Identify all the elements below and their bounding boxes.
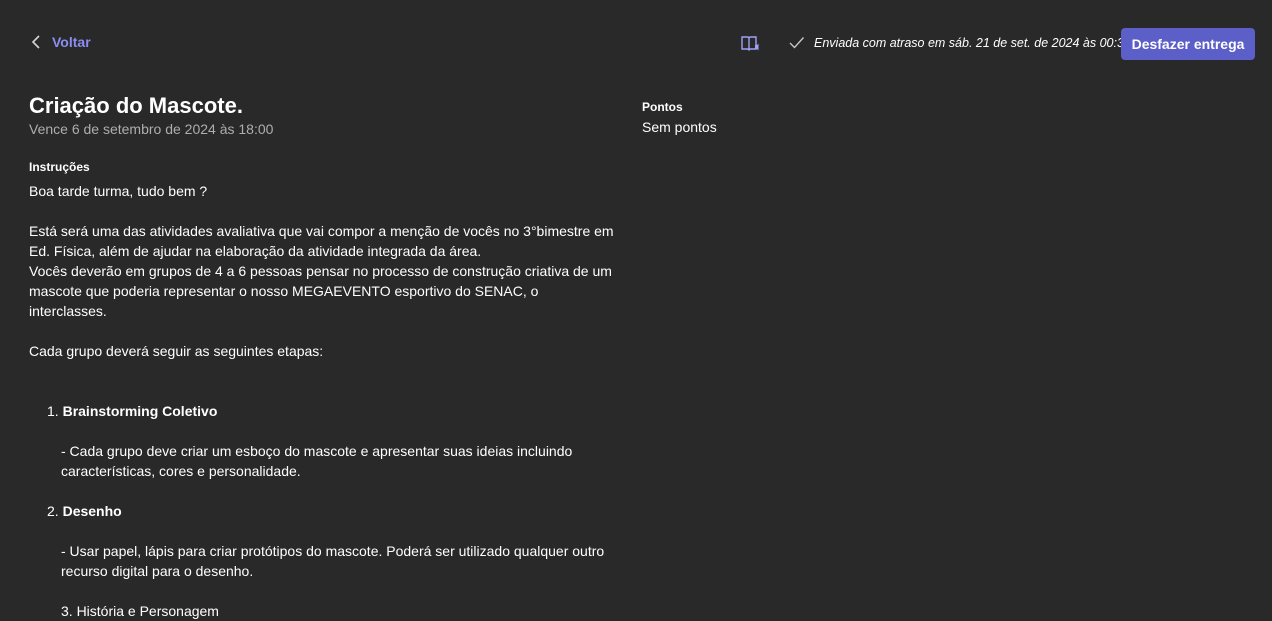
checkmark-icon	[789, 37, 805, 49]
instructions-label: Instruções	[29, 160, 90, 174]
step-heading: 3. História e Personagem	[61, 603, 219, 619]
instruction-line: Está será uma das atividades avaliativa …	[29, 223, 614, 239]
instruction-line: Ed. Física, além de ajudar na elaboração…	[29, 243, 482, 259]
greeting-line: Boa tarde turma, tudo bem ?	[29, 183, 208, 199]
step-description-line: - Cada grupo deve criar um esboço do mas…	[61, 443, 573, 459]
step-description-line: características, cores e personalidade.	[61, 463, 301, 479]
step-description-line: recurso digital para o desenho.	[61, 563, 254, 579]
submission-status: Enviada com atraso em sáb. 21 de set. de…	[788, 34, 1131, 51]
points-label: Pontos	[642, 100, 683, 114]
step-description-line: - Usar papel, lápis para criar protótipo…	[61, 543, 605, 559]
chevron-left-icon	[31, 35, 40, 49]
instructions-body: Boa tarde turma, tudo bem ? Está será um…	[29, 181, 619, 621]
step-heading: 2. Desenho	[29, 501, 619, 521]
step-heading: 1. Brainstorming Coletivo	[29, 401, 619, 421]
immersive-reader-icon	[741, 36, 759, 51]
instruction-line: Vocês deverão em grupos de 4 a 6 pessoas…	[29, 263, 612, 279]
back-label: Voltar	[52, 34, 91, 50]
instruction-line: mascote que poderia representar o nosso …	[29, 283, 539, 319]
immersive-reader-button[interactable]	[740, 34, 760, 54]
step-title: Desenho	[62, 503, 122, 519]
assignment-title: Criação do Mascote.	[29, 93, 243, 118]
step-number: 1.	[47, 403, 59, 419]
back-button[interactable]: Voltar	[30, 34, 91, 50]
points-panel: Pontos Sem pontos	[642, 99, 717, 136]
due-date: Vence 6 de setembro de 2024 às 18:00	[29, 121, 274, 137]
assignment-details: Criação do Mascote. Vence 6 de setembro …	[29, 93, 619, 621]
top-bar: Voltar Enviada com atraso em sáb. 21 de …	[0, 0, 1272, 88]
points-value: Sem pontos	[642, 119, 717, 135]
steps-intro: Cada grupo deverá seguir as seguintes et…	[29, 343, 324, 359]
step-title: Brainstorming Coletivo	[62, 403, 218, 419]
undo-submission-button[interactable]: Desfazer entrega	[1121, 28, 1255, 60]
status-text: Enviada com atraso em sáb. 21 de set. de…	[814, 35, 1131, 50]
step-number: 2.	[47, 503, 59, 519]
